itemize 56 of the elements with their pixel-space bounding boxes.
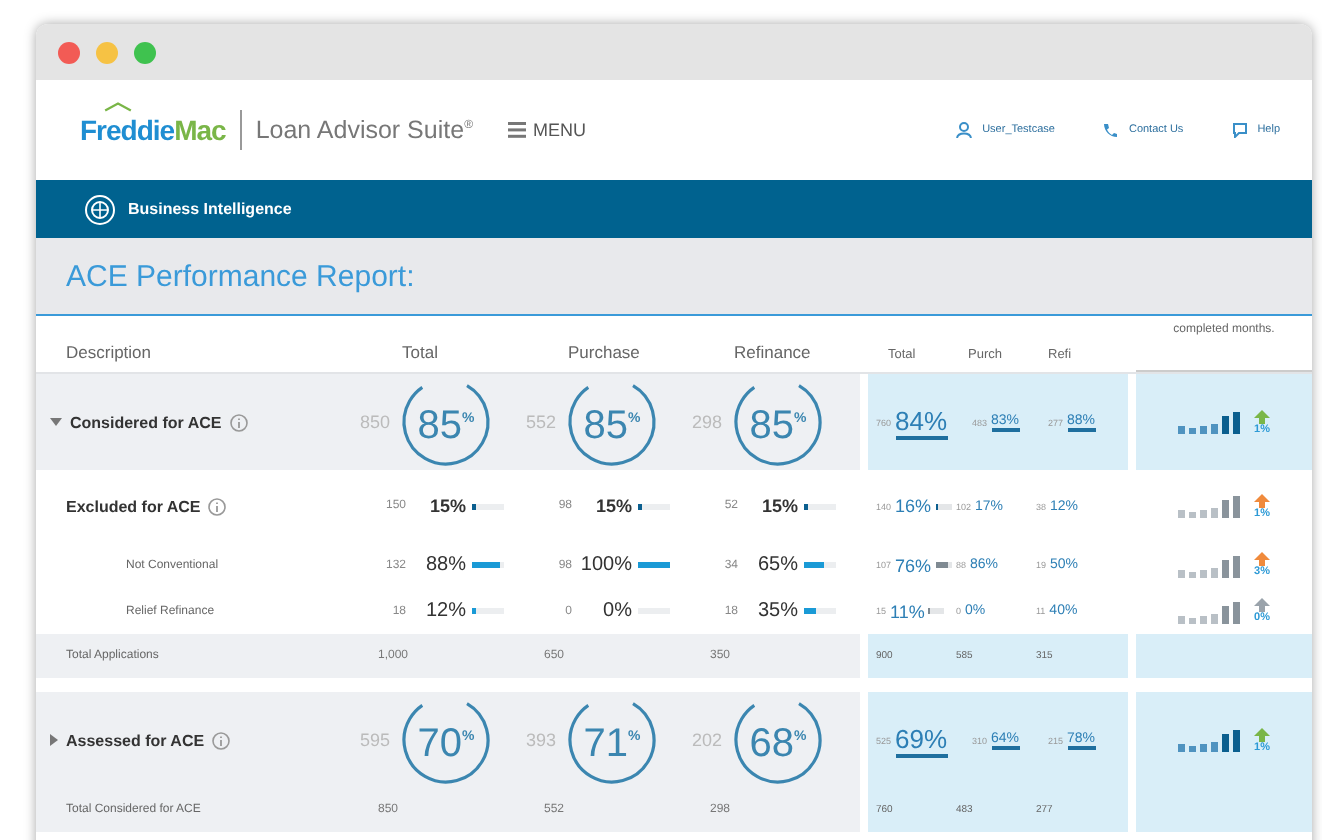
sparkline-chart <box>1178 408 1246 436</box>
table-cell-text: 393 <box>523 730 556 750</box>
phone-icon <box>1102 122 1119 138</box>
percent-value: 0% <box>601 600 632 622</box>
column-header: Refinance <box>732 342 813 362</box>
roof-icon <box>104 102 132 112</box>
menu-button[interactable]: MENU <box>508 120 586 140</box>
menu-icon <box>508 122 527 138</box>
sparkline-chart <box>1178 492 1246 520</box>
globe-icon <box>84 193 116 225</box>
expand-toggle[interactable] <box>50 734 58 746</box>
percent-value: 71$^{%}$ <box>583 719 641 763</box>
percent-value: 15% <box>593 496 632 516</box>
percent-value: 88% <box>423 554 466 576</box>
column-header: Total <box>400 342 440 362</box>
table-cell-text: 595 <box>357 730 390 750</box>
percent-value: 76% <box>895 555 932 575</box>
row-label: Excluded for ACE <box>66 497 201 515</box>
percent-value: 69% <box>895 723 948 757</box>
chat-icon <box>1231 122 1248 138</box>
percent-value: 15% <box>427 496 466 516</box>
percent-value: 11% <box>890 601 925 621</box>
section-title: Business Intelligence <box>128 200 292 218</box>
table-cell-text: 552 <box>523 412 556 432</box>
maximize-button[interactable] <box>134 41 156 63</box>
percent-value: 85$^{%}$ <box>749 401 807 445</box>
sparkline-chart <box>1178 726 1246 754</box>
logo-text: FreddieMac <box>80 114 226 146</box>
table-cell-text: 202 <box>689 730 722 750</box>
table-cell-text: 298 <box>689 412 722 432</box>
info-icon[interactable] <box>208 497 227 515</box>
close-button[interactable] <box>58 41 80 63</box>
sparkline-chart <box>1178 597 1246 625</box>
info-icon[interactable] <box>212 731 231 749</box>
info-icon[interactable] <box>229 413 248 431</box>
percent-value: 65% <box>755 554 798 576</box>
percent-value: 70$^{%}$ <box>417 719 475 763</box>
table-cell-text: 850 <box>357 412 390 432</box>
percent-value: 100% <box>578 554 632 576</box>
user-icon <box>956 122 973 138</box>
column-header: Purchase <box>566 342 642 362</box>
percent-value: 15% <box>759 496 798 516</box>
percent-value: 16% <box>895 496 932 516</box>
product-name: Loan Advisor Suite$^{®}$ <box>255 116 473 144</box>
expand-toggle[interactable] <box>50 418 62 426</box>
percent-value: 68$^{%}$ <box>749 719 807 763</box>
percent-value: 84% <box>895 405 948 439</box>
row-label: Considered for ACE <box>70 413 222 431</box>
row-label: Assessed for ACE <box>66 731 205 749</box>
percent-value: 12% <box>423 600 466 622</box>
percent-value: 35% <box>755 600 798 622</box>
sparkline-chart <box>1178 551 1246 579</box>
percent-value: 85$^{%}$ <box>583 401 641 445</box>
report-title: ACE Performance Report: <box>66 259 415 293</box>
column-header: Description <box>66 342 154 362</box>
percent-value: 85$^{%}$ <box>417 401 475 445</box>
